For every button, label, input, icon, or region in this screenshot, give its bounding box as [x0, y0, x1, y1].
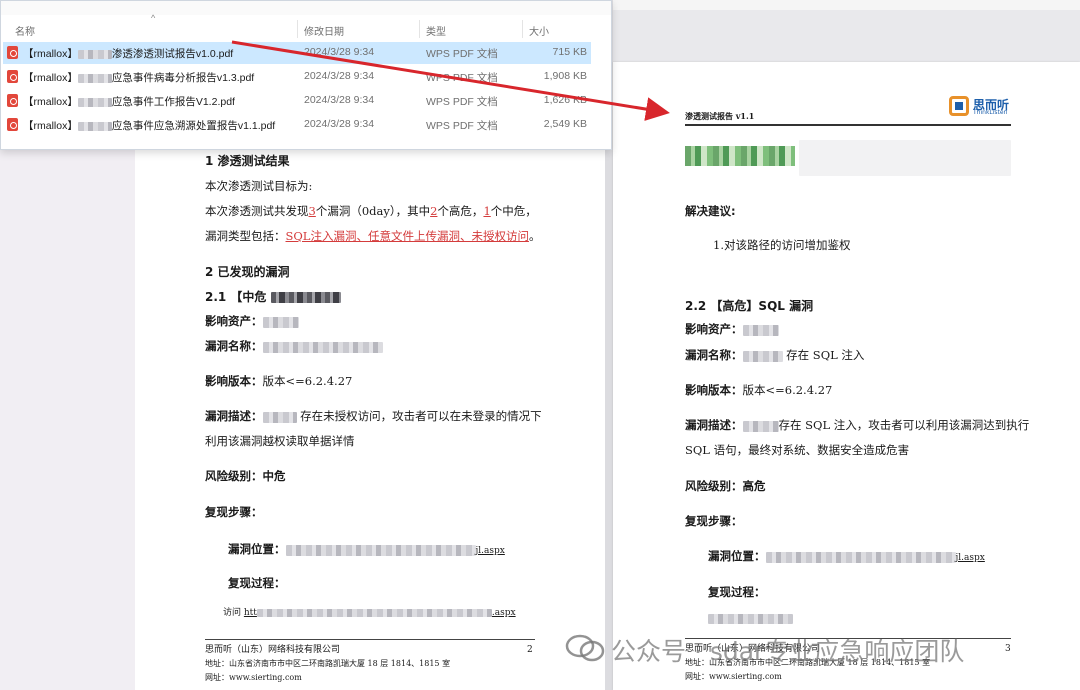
arrow-line [231, 40, 670, 121]
wechat-icon [565, 634, 605, 662]
annotation-arrow [231, 40, 670, 121]
